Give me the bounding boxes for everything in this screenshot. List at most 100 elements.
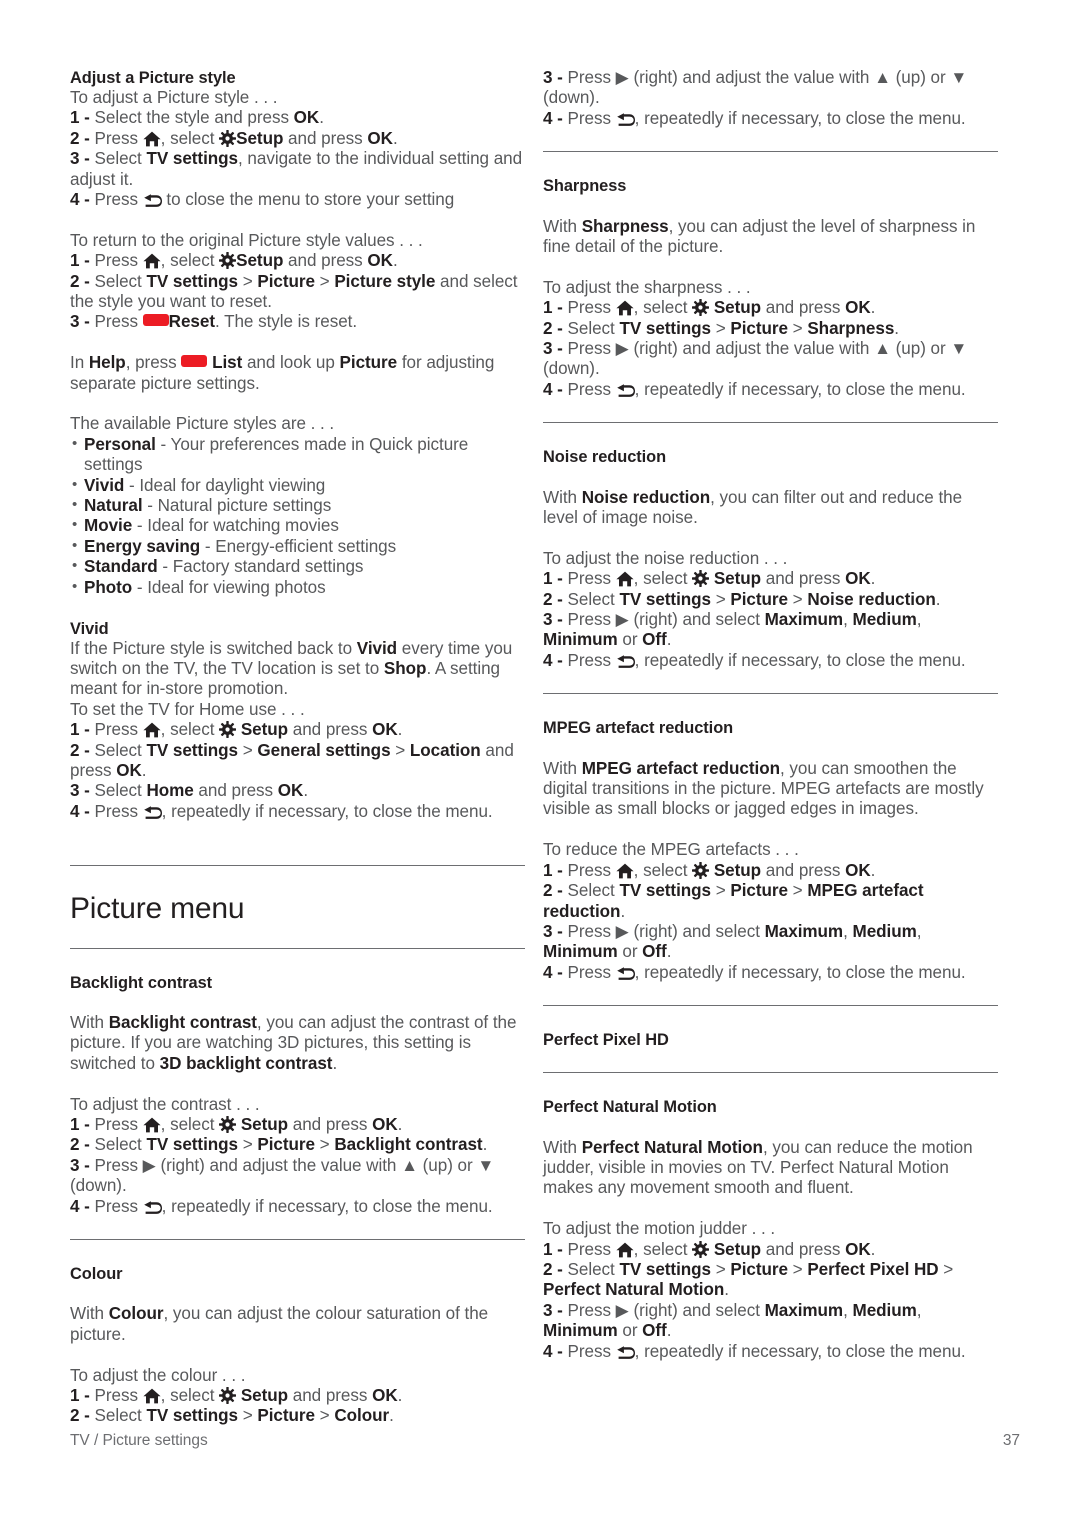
backlight-contrast-label: Backlight contrast — [334, 1135, 483, 1155]
right-column: 3 - Press ▶ (right) and adjust the value… — [543, 68, 998, 1362]
off-option: Off — [642, 1321, 667, 1341]
home-icon — [143, 722, 161, 738]
breadcrumb-sep: > — [711, 1259, 731, 1279]
body-a: With — [70, 1012, 109, 1032]
picture-label: Picture — [730, 589, 788, 609]
tv-settings-label: TV settings — [146, 1135, 239, 1155]
step-number: 1 - — [70, 108, 90, 128]
gear-icon — [692, 1240, 710, 1258]
tv-settings-label: TV settings — [619, 589, 712, 609]
step-3: 3 - Press Reset. The style is reset. — [70, 312, 525, 332]
step-3: 3 - Press ▶ (right) and adjust the value… — [543, 339, 998, 380]
step-text: and press — [283, 128, 368, 148]
section-colour: Colour With Colour, you can adjust the c… — [70, 1264, 525, 1427]
page-title: Picture menu — [70, 891, 245, 925]
step-number: 3 - — [543, 921, 563, 941]
setup-label: Setup — [713, 860, 762, 880]
step-number: 3 - — [70, 149, 90, 169]
step-4: 4 - Press , repeatedly if necessary, to … — [70, 802, 525, 822]
back-arrow-icon — [616, 655, 635, 669]
step-3: 3 - Press ▶ (right) and select Maximum, … — [543, 1301, 998, 1342]
step-text: Press — [94, 1385, 143, 1405]
general-settings-label: General settings — [257, 740, 391, 760]
home-icon — [616, 1242, 634, 1258]
section-heading: Perfect Pixel HD — [543, 1031, 669, 1050]
step-text: Press — [94, 801, 143, 821]
step-text-end: . — [724, 1280, 729, 1300]
left-column: Adjust a Picture style To adjust a Pictu… — [70, 68, 525, 1427]
step-text: (right) and adjust the value with — [628, 339, 875, 359]
step-2: 2 - Press , select Setup and press OK. — [70, 129, 525, 149]
step-text: and press — [283, 251, 368, 271]
gear-icon — [692, 570, 710, 588]
breadcrumb: TV / Picture settings — [70, 1432, 208, 1449]
step-number: 2 - — [543, 589, 563, 609]
red-colour-key-icon — [142, 314, 169, 327]
intro-line: To set the TV for Home use . . . — [70, 699, 305, 719]
step-1: 1 - Press , select Setup and press OK. — [543, 298, 998, 318]
back-arrow-icon — [143, 194, 162, 208]
step-text: Press — [567, 610, 616, 630]
step-number: 4 - — [543, 1341, 563, 1361]
body-a: With — [543, 1137, 582, 1157]
breadcrumb-sep: > — [711, 881, 731, 901]
back-arrow-icon — [616, 384, 635, 398]
step-text: (up) or — [890, 339, 951, 359]
step-3: 3 - Press ▶ (right) and select Maximum, … — [543, 610, 998, 651]
ok-key: OK — [845, 860, 871, 880]
section-heading: MPEG artefact reduction — [543, 719, 734, 738]
minimum-option: Minimum — [543, 630, 618, 650]
step-1: 1 - Select the style and press OK. — [70, 108, 525, 128]
step-text-end: , repeatedly if necessary, to close the … — [634, 108, 966, 128]
up-arrow-icon: ▲ — [874, 68, 891, 87]
step-4: 4 - Press to close the menu to store you… — [70, 190, 525, 210]
home-icon — [143, 1388, 161, 1404]
list-item: Standard - Factory standard settings — [70, 556, 525, 577]
step-1: 1 - Press , select Setup and press OK. — [70, 1386, 525, 1406]
gear-icon — [219, 252, 237, 270]
body-a: With — [543, 216, 582, 236]
section-backlight-contrast: Backlight contrast With Backlight contra… — [70, 973, 525, 1217]
or-text: or — [617, 942, 643, 962]
step-text-end: . — [870, 860, 876, 880]
medium-option: Medium — [852, 610, 917, 630]
page-number: 37 — [1002, 1432, 1020, 1449]
step-text: , select — [633, 298, 693, 318]
ok-key: OK — [367, 251, 393, 271]
page-footer: TV / Picture settings 37 — [70, 1432, 1020, 1450]
step-4: 4 - Press , repeatedly if necessary, to … — [543, 963, 998, 983]
step-text-end: . — [392, 128, 398, 148]
intro-line: To adjust the contrast . . . — [70, 1094, 260, 1114]
section-heading: Vivid — [70, 619, 109, 638]
step-text: Press — [94, 128, 143, 148]
section-heading: Perfect Natural Motion — [543, 1098, 717, 1117]
list-item: Personal - Your preferences made in Quic… — [70, 434, 525, 476]
section-available-picture-styles: The available Picture styles are . . . P… — [70, 414, 525, 598]
step-text-end: . — [894, 318, 899, 338]
intro-line: To adjust the motion judder . . . — [543, 1219, 776, 1239]
help-note-b: , press — [125, 353, 182, 373]
step-text: Press — [567, 108, 616, 128]
picture-label: Picture — [730, 1259, 788, 1279]
section-perfect-natural-motion: Perfect Natural Motion With Perfect Natu… — [543, 1097, 998, 1362]
breadcrumb-sep: > — [787, 881, 808, 901]
section-vivid: Vivid If the Picture style is switched b… — [70, 619, 525, 823]
style-desc: - Ideal for viewing photos — [132, 577, 326, 597]
tv-settings-label: TV settings — [619, 318, 712, 338]
step-3: 3 - Press ▶ (right) and adjust the value… — [70, 1156, 525, 1197]
step-number: 4 - — [70, 1196, 90, 1216]
backlight-body: With Backlight contrast, you can adjust … — [70, 1013, 525, 1074]
step-text-end: . — [303, 781, 309, 801]
step-text: Select — [567, 589, 620, 609]
step-text-end: (down). — [543, 359, 600, 379]
step-1: 1 - Press , select Setup and press OK. — [70, 251, 525, 271]
step-text: Press — [567, 921, 616, 941]
breadcrumb-sep: > — [390, 740, 410, 760]
off-option: Off — [642, 942, 667, 962]
step-text: Select — [567, 318, 620, 338]
list-item: Vivid - Ideal for daylight viewing — [70, 475, 525, 496]
step-text: Press — [94, 1155, 143, 1175]
sharpness-body: With Sharpness, you can adjust the level… — [543, 217, 998, 258]
noise-body: With Noise reduction, you can filter out… — [543, 488, 998, 529]
step-1: 1 - Press , select Setup and press OK. — [543, 861, 998, 881]
